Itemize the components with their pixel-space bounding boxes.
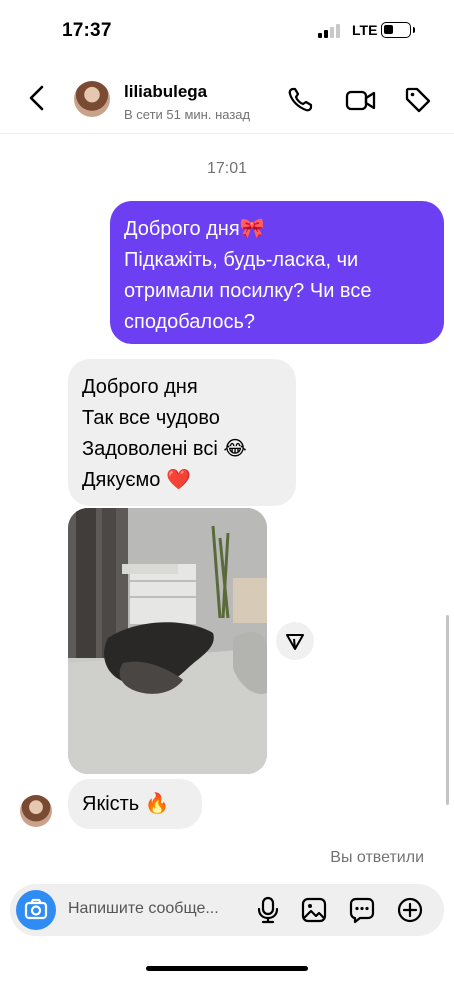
camera-button[interactable] <box>16 890 56 930</box>
home-indicator[interactable] <box>146 966 308 971</box>
chat-header: liliabulega В сети 51 мин. назад <box>0 62 454 134</box>
message-timestamp: 17:01 <box>206 160 248 177</box>
username[interactable]: liliabulega <box>124 82 207 102</box>
message-line: Дякуємо ❤️ <box>82 469 191 491</box>
gallery-icon[interactable] <box>300 896 328 924</box>
battery-icon <box>381 22 411 38</box>
photo-message[interactable] <box>68 508 267 774</box>
signal-icon <box>318 24 344 38</box>
scrollbar[interactable] <box>446 615 449 805</box>
message-line: Задоволені всі 😂 <box>82 438 247 460</box>
replied-label: Вы ответили <box>330 849 424 866</box>
back-icon[interactable] <box>22 82 54 114</box>
message-line: Підкажіть, будь-ласка, чи <box>124 249 359 271</box>
incoming-message[interactable]: Доброго дня Так все чудово Задоволені вс… <box>68 359 296 506</box>
message-line: Так все чудово <box>82 407 220 429</box>
network-type: LTE <box>352 22 378 38</box>
message-composer: Напишите сообще... <box>10 884 444 936</box>
sender-avatar[interactable] <box>20 795 52 827</box>
message-line: сподобалось? <box>124 311 255 333</box>
microphone-icon[interactable] <box>254 896 282 924</box>
sticker-icon[interactable] <box>348 896 376 924</box>
camera-icon <box>24 898 48 920</box>
message-line: Доброго дня🎀 <box>124 218 265 240</box>
message-line: Якість 🔥 <box>82 793 170 815</box>
incoming-message[interactable]: Якість 🔥 <box>68 779 202 829</box>
message-line: отримали посилку? Чи все <box>124 280 372 302</box>
message-thread[interactable]: 17:01 Доброго дня🎀 Підкажіть, будь-ласка… <box>0 135 454 880</box>
presence-status: В сети 51 мин. назад <box>124 107 251 122</box>
phone-icon[interactable] <box>286 86 314 114</box>
plus-icon[interactable] <box>396 896 424 924</box>
message-line: Доброго дня <box>82 376 198 398</box>
status-bar: 17:37 LTE <box>0 0 454 62</box>
tag-icon[interactable] <box>404 86 432 114</box>
message-input[interactable]: Напишите сообще... <box>68 900 219 918</box>
status-time: 17:37 <box>62 20 112 41</box>
avatar[interactable] <box>74 81 110 117</box>
battery-cap <box>413 27 415 33</box>
outgoing-message[interactable]: Доброго дня🎀 Підкажіть, будь-ласка, чи о… <box>110 201 444 344</box>
video-camera-icon[interactable] <box>345 86 377 114</box>
share-button[interactable] <box>276 622 314 660</box>
send-icon <box>286 634 304 650</box>
